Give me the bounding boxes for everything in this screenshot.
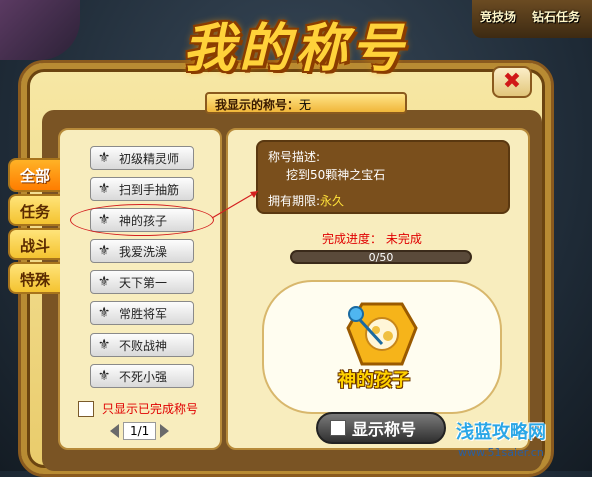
watermark: 浅蓝攻略网 xyxy=(456,422,546,443)
pointer-arrow-icon xyxy=(211,190,259,219)
watermark-url: www.51saier.cn xyxy=(458,446,544,459)
